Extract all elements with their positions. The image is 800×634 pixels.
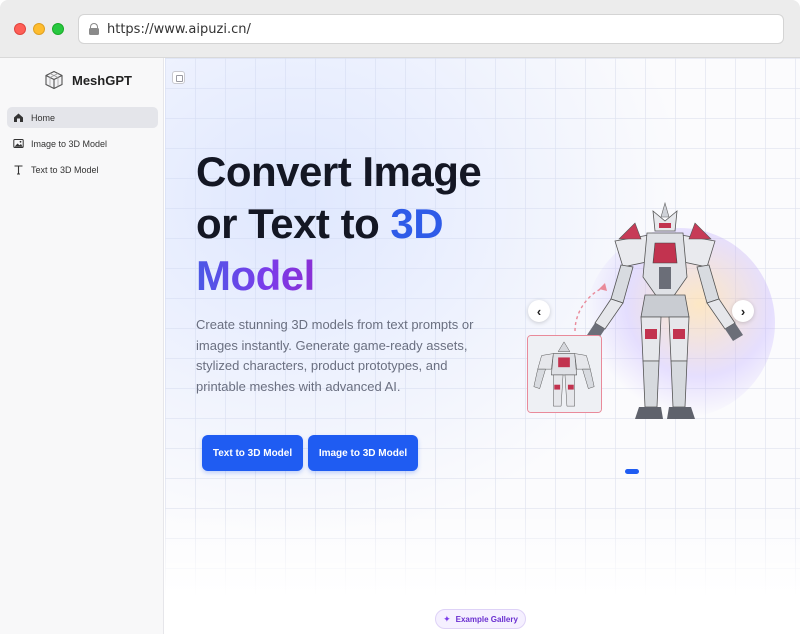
maximize-window-button[interactable] bbox=[52, 23, 64, 35]
brand[interactable]: MeshGPT bbox=[44, 70, 132, 90]
sidebar-item-text-to-3d[interactable]: Text to 3D Model bbox=[7, 159, 158, 180]
window-controls bbox=[14, 23, 64, 35]
carousel-prev-button[interactable]: ‹ bbox=[528, 300, 550, 322]
carousel-indicator-dot[interactable] bbox=[625, 469, 639, 474]
browser-chrome: https://www.aipuzi.cn/ bbox=[0, 0, 800, 58]
image-icon bbox=[13, 138, 24, 149]
address-bar[interactable]: https://www.aipuzi.cn/ bbox=[78, 14, 784, 44]
sparkle-icon: ✦ bbox=[443, 613, 451, 624]
hero-title-line2: or Text to bbox=[196, 200, 391, 247]
carousel-next-button[interactable]: › bbox=[732, 300, 754, 322]
sidebar-item-label: Home bbox=[31, 112, 56, 123]
robot-thumbnail-image bbox=[528, 336, 601, 412]
sidebar-toggle-icon[interactable] bbox=[172, 71, 185, 84]
input-image-thumbnail[interactable] bbox=[527, 335, 602, 413]
minimize-window-button[interactable] bbox=[33, 23, 45, 35]
main-content: Convert Image or Text to 3D Model Create… bbox=[165, 58, 800, 634]
hero-title-accent: 3D bbox=[390, 200, 444, 247]
example-gallery-label: Example Gallery bbox=[455, 614, 518, 624]
hero-title-line3: Model bbox=[196, 252, 315, 299]
dashed-arrow-icon bbox=[574, 283, 607, 332]
sidebar-item-label: Text to 3D Model bbox=[31, 164, 99, 175]
sidebar-item-home[interactable]: Home bbox=[7, 107, 158, 128]
close-window-button[interactable] bbox=[14, 23, 26, 35]
cube-logo-icon bbox=[45, 70, 63, 90]
text-to-3d-button[interactable]: Text to 3D Model bbox=[202, 435, 303, 471]
text-icon bbox=[13, 164, 24, 175]
brand-name: MeshGPT bbox=[72, 72, 132, 88]
url-text[interactable]: https://www.aipuzi.cn/ bbox=[107, 22, 251, 37]
image-to-3d-button[interactable]: Image to 3D Model bbox=[308, 435, 418, 471]
sidebar: MeshGPT Home Image to 3D Model Text to 3… bbox=[0, 58, 164, 634]
lock-icon bbox=[89, 23, 99, 35]
hero-description: Create stunning 3D models from text prom… bbox=[196, 317, 474, 394]
example-gallery-badge[interactable]: ✦ Example Gallery bbox=[435, 609, 526, 629]
hero-title: Convert Image or Text to 3D Model bbox=[196, 146, 526, 302]
sidebar-item-label: Image to 3D Model bbox=[31, 138, 108, 149]
sidebar-nav: Home Image to 3D Model Text to 3D Model bbox=[7, 107, 158, 185]
hero-title-line1: Convert Image bbox=[196, 148, 482, 195]
sidebar-item-image-to-3d[interactable]: Image to 3D Model bbox=[7, 133, 158, 154]
home-icon bbox=[13, 112, 24, 123]
